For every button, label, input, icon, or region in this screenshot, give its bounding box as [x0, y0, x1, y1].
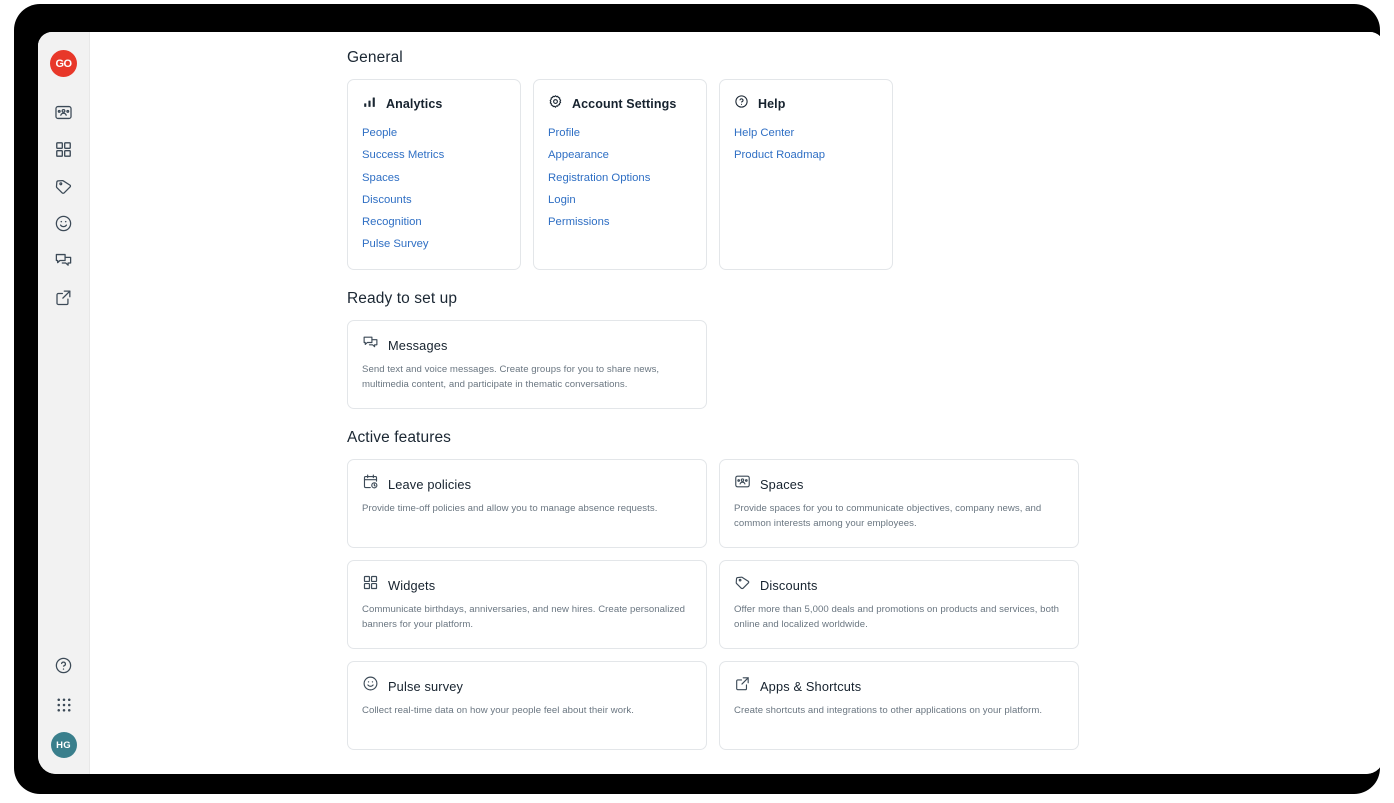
card-header: Messages — [362, 334, 692, 356]
sidebar-item-apps-launcher[interactable] — [49, 692, 79, 718]
sidebar-item-messages[interactable] — [49, 247, 79, 273]
active-features-grid: Leave policies Provide time-off policies… — [347, 459, 1079, 750]
link-appearance[interactable]: Appearance — [548, 148, 694, 163]
sidebar-nav — [49, 99, 79, 310]
external-link-icon — [54, 288, 73, 307]
card-title: Analytics — [386, 97, 443, 111]
link-people[interactable]: People — [362, 126, 508, 141]
section-title-general: General — [347, 49, 403, 66]
card-description: Send text and voice messages. Create gro… — [362, 364, 660, 390]
external-link-icon — [734, 675, 751, 697]
feature-card-discounts[interactable]: Discounts Offer more than 5,000 deals an… — [719, 560, 1079, 649]
card-header: Pulse survey — [362, 675, 692, 697]
help-links: Help Center Product Roadmap — [732, 126, 880, 164]
sidebar-bottom: HG — [38, 652, 89, 758]
widgets-grid-icon — [54, 140, 73, 159]
link-profile[interactable]: Profile — [548, 126, 694, 141]
messages-icon — [362, 334, 379, 356]
link-login[interactable]: Login — [548, 193, 694, 208]
card-header: Apps & Shortcuts — [734, 675, 1064, 697]
link-success-metrics[interactable]: Success Metrics — [362, 148, 508, 163]
spaces-icon — [54, 103, 73, 122]
card-description: Provide spaces for you to communicate ob… — [734, 503, 1042, 529]
app-window: GO HG General Analytics People Success M… — [38, 32, 1384, 774]
card-title: Pulse survey — [388, 678, 464, 694]
feature-card-messages[interactable]: Messages Send text and voice messages. C… — [347, 320, 707, 409]
link-discounts[interactable]: Discounts — [362, 193, 508, 208]
link-product-roadmap[interactable]: Product Roadmap — [734, 148, 880, 163]
app-logo[interactable]: GO — [50, 50, 77, 77]
tag-icon — [54, 177, 73, 196]
section-title-active-features: Active features — [347, 429, 452, 446]
tag-icon — [734, 574, 751, 596]
spaces-icon — [734, 473, 751, 495]
card-title: Discounts — [760, 577, 818, 593]
sidebar: GO HG — [38, 32, 90, 774]
help-circle-icon — [54, 656, 73, 675]
link-recognition[interactable]: Recognition — [362, 215, 508, 230]
card-description: Create shortcuts and integrations to oth… — [734, 705, 1043, 716]
card-header: Account Settings — [546, 94, 694, 114]
card-title: Spaces — [760, 476, 804, 492]
card-title: Apps & Shortcuts — [760, 678, 862, 694]
sidebar-item-spaces[interactable] — [49, 99, 79, 125]
card-title: Help — [758, 97, 786, 111]
card-account-settings: Account Settings Profile Appearance Regi… — [533, 79, 707, 270]
smiley-icon — [54, 214, 73, 233]
section-title-ready-to-set-up: Ready to set up — [347, 290, 458, 307]
account-settings-links: Profile Appearance Registration Options … — [546, 126, 694, 230]
link-pulse-survey[interactable]: Pulse Survey — [362, 237, 508, 252]
link-permissions[interactable]: Permissions — [548, 215, 694, 230]
card-description: Offer more than 5,000 deals and promotio… — [734, 604, 1060, 630]
card-title: Leave policies — [388, 476, 472, 492]
feature-card-pulse-survey[interactable]: Pulse survey Collect real-time data on h… — [347, 661, 707, 750]
card-header: Help — [732, 94, 880, 114]
link-help-center[interactable]: Help Center — [734, 126, 880, 141]
sidebar-item-pulse-survey[interactable] — [49, 210, 79, 236]
card-title: Messages — [388, 337, 448, 353]
sidebar-item-help[interactable] — [49, 652, 79, 678]
gear-icon — [548, 94, 563, 114]
avatar[interactable]: HG — [50, 732, 77, 758]
analytics-links: People Success Metrics Spaces Discounts … — [360, 126, 508, 253]
card-description: Collect real-time data on how your peopl… — [362, 705, 634, 716]
link-registration-options[interactable]: Registration Options — [548, 171, 694, 186]
card-help: Help Help Center Product Roadmap — [719, 79, 893, 270]
card-header: Leave policies — [362, 473, 692, 495]
messages-icon — [54, 251, 73, 270]
bar-chart-icon — [362, 94, 377, 114]
card-description: Communicate birthdays, anniversaries, an… — [362, 604, 686, 630]
card-header: Analytics — [360, 94, 508, 114]
ready-to-set-up-grid: Messages Send text and voice messages. C… — [347, 320, 1079, 409]
card-header: Spaces — [734, 473, 1064, 495]
general-cards-row: Analytics People Success Metrics Spaces … — [347, 79, 1090, 270]
card-header: Widgets — [362, 574, 692, 596]
card-title: Account Settings — [572, 97, 677, 111]
sidebar-item-widgets[interactable] — [49, 136, 79, 162]
calendar-clock-icon — [362, 473, 379, 495]
feature-card-leave-policies[interactable]: Leave policies Provide time-off policies… — [347, 459, 707, 548]
link-spaces[interactable]: Spaces — [362, 171, 508, 186]
card-analytics: Analytics People Success Metrics Spaces … — [347, 79, 521, 270]
widgets-grid-icon — [362, 574, 379, 596]
card-title: Widgets — [388, 577, 436, 593]
feature-card-apps-shortcuts[interactable]: Apps & Shortcuts Create shortcuts and in… — [719, 661, 1079, 750]
card-header: Discounts — [734, 574, 1064, 596]
sidebar-item-apps-shortcuts[interactable] — [49, 284, 79, 310]
sidebar-item-discounts[interactable] — [49, 173, 79, 199]
dot-grid-icon — [55, 696, 73, 714]
feature-card-widgets[interactable]: Widgets Communicate birthdays, anniversa… — [347, 560, 707, 649]
help-circle-icon — [734, 94, 749, 114]
card-description: Provide time-off policies and allow you … — [362, 503, 658, 514]
smiley-icon — [362, 675, 379, 697]
feature-card-spaces[interactable]: Spaces Provide spaces for you to communi… — [719, 459, 1079, 548]
device-frame: GO HG General Analytics People Success M… — [14, 4, 1384, 794]
main-content: General Analytics People Success Metrics… — [90, 32, 1384, 774]
